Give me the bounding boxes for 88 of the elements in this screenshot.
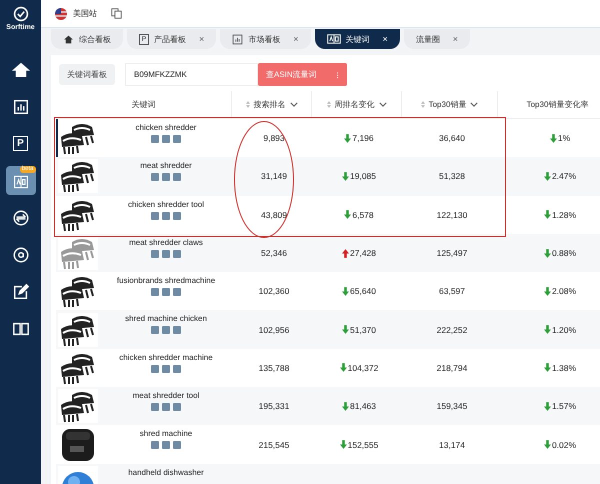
table-cell: 19,085 [350, 171, 376, 182]
board-label: 关键词看板 [59, 64, 115, 85]
column-header[interactable]: 搜索排名 [254, 99, 286, 110]
table-row[interactable]: handheld dishwasher [56, 464, 600, 484]
table-cell: 102,360 [258, 286, 290, 296]
tab[interactable]: 关键词 × [314, 29, 400, 49]
table-row[interactable]: meat shredder 31,149 19,085 51,328 2.47% [56, 157, 600, 196]
table-cell: 152,555 [348, 440, 378, 450]
table-row[interactable]: meat shredder claws 52,346 27,428 125,497 0.88% [56, 234, 600, 272]
table-cell: 1.38% [552, 362, 576, 373]
table-cell: 1% [558, 133, 570, 144]
swap-icon[interactable] [12, 208, 30, 226]
keyword-icon[interactable] [12, 174, 28, 190]
amazon-icon[interactable] [12, 246, 30, 264]
table-cell: 102,956 [258, 324, 290, 335]
caret-icon[interactable] [470, 102, 478, 107]
table-cell: 0.88% [552, 248, 576, 258]
table-cell: 218,794 [436, 362, 468, 373]
keyword-text: meat shredder claws [129, 238, 203, 247]
keyword-icon [326, 34, 341, 44]
sort-icon[interactable] [420, 101, 425, 108]
keyword-text: chicken shredder [136, 123, 196, 132]
sidebar-item[interactable]: P [2, 127, 38, 160]
table-cell: 63,597 [439, 286, 465, 296]
table-cell: 7,196 [352, 133, 374, 144]
table-cell: 51,370 [350, 324, 376, 335]
table-cell: 195,331 [258, 401, 290, 412]
table-cell: 9,893 [263, 133, 285, 144]
caret-icon[interactable] [290, 102, 298, 107]
table-cell: 1.57% [552, 401, 576, 412]
column-header[interactable]: 关键词 [132, 99, 156, 110]
keyword-text: meat shredder [140, 161, 192, 170]
table-cell: 43,809 [261, 210, 287, 220]
close-icon[interactable]: × [452, 34, 458, 44]
column-header[interactable]: Top30销量变化率 [526, 99, 588, 110]
sort-icon[interactable] [246, 101, 250, 108]
tab[interactable]: 市场看板 × [220, 29, 311, 49]
table-row[interactable]: chicken shredder tool 43,809 6,578 122,130 1.28% [56, 196, 600, 234]
tab[interactable]: 流量圈 × [404, 29, 470, 49]
table-cell: 1.28% [552, 210, 576, 220]
table-row[interactable]: shred machine chicken 102,956 51,370 222,252 1.20% [56, 310, 600, 349]
table-cell: 51,328 [439, 171, 465, 182]
tab[interactable]: 综合看板 [51, 29, 123, 49]
edit-icon[interactable] [12, 282, 30, 300]
p-icon[interactable]: P [13, 136, 28, 151]
table-cell: 81,463 [350, 401, 376, 412]
table-cell: 13,174 [439, 440, 465, 450]
caret-icon[interactable] [378, 102, 386, 107]
chart-icon[interactable] [12, 98, 30, 116]
table-cell: 2.08% [552, 286, 576, 296]
table-cell: 222,252 [436, 324, 468, 335]
table-cell: 1.20% [552, 324, 576, 335]
asin-field[interactable]: B09MFKZZMK [125, 63, 258, 86]
table-cell: 6,578 [352, 210, 374, 220]
table-cell: 104,372 [348, 362, 378, 373]
home-icon [63, 34, 74, 44]
table-cell: 122,130 [436, 210, 468, 220]
close-icon[interactable]: × [382, 34, 388, 44]
translate-icon[interactable] [111, 8, 122, 19]
home-icon[interactable] [12, 60, 30, 78]
table-cell: 135,788 [258, 362, 290, 373]
chart-icon [232, 34, 244, 44]
table-cell: 125,497 [436, 248, 468, 258]
keyword-text: meat shredder tool [132, 391, 200, 400]
table-cell: 52,346 [261, 248, 287, 258]
logo-icon [12, 6, 28, 22]
keyword-text: shred machine chicken [125, 314, 207, 324]
keyword-text: shred machine [140, 429, 192, 438]
table-cell: 159,345 [436, 401, 468, 412]
table-cell: 0.02% [552, 440, 576, 450]
table-cell: 2.47% [552, 171, 576, 182]
keyword-text: chicken shredder machine [119, 352, 213, 362]
close-icon[interactable]: × [293, 34, 299, 44]
table-row[interactable]: meat shredder tool 195,331 81,463 159,345 1.57% [56, 387, 600, 426]
table-cell: 27,428 [350, 248, 376, 258]
keyword-text: handheld dishwasher [128, 468, 204, 477]
sort-icon[interactable] [326, 101, 330, 108]
column-header[interactable]: 周排名变化 [334, 99, 374, 110]
table-cell: 31,149 [261, 171, 287, 182]
table-cell: 215,545 [258, 440, 290, 450]
keyword-text: fusionbrands shredmachine [116, 276, 216, 286]
column-header[interactable]: Top30销量 [428, 99, 466, 110]
table-cell: 36,640 [439, 133, 465, 144]
site-label[interactable]: 美国站 [73, 8, 97, 19]
close-icon[interactable]: × [199, 34, 204, 44]
flag-icon [55, 8, 67, 20]
table-cell: 65,640 [350, 286, 376, 296]
keyword-text: chicken shredder tool [128, 200, 204, 209]
